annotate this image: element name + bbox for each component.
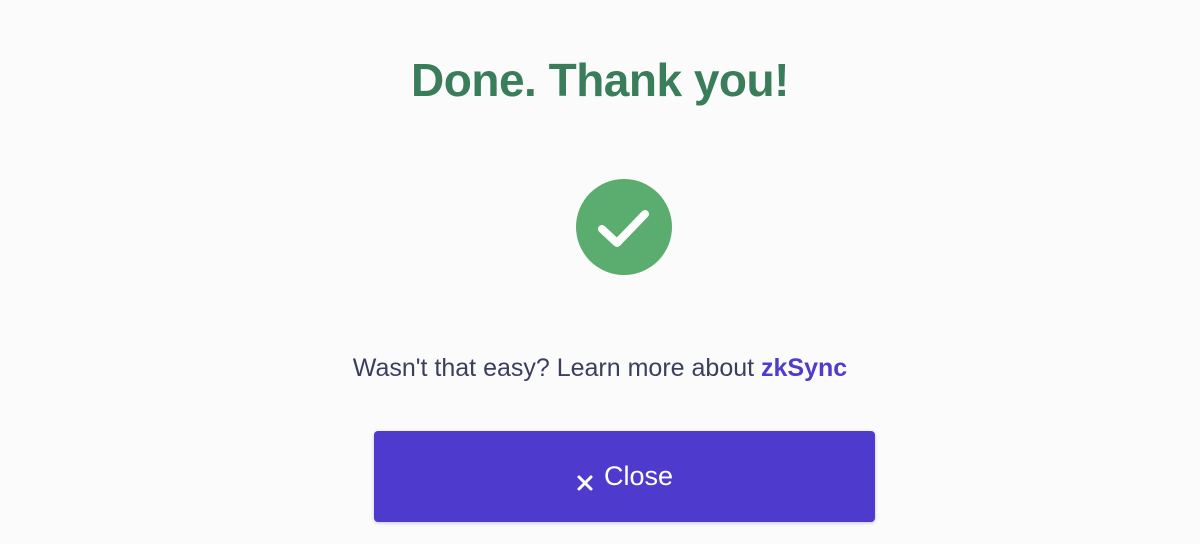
page-title: Done. Thank you!: [411, 54, 789, 106]
check-circle-icon: [576, 179, 672, 275]
close-icon: [576, 468, 594, 490]
info-message: Wasn't that easy? Learn more about zkSyn…: [0, 350, 1200, 386]
message-text: Wasn't that easy? Learn more about: [352, 354, 762, 382]
close-button[interactable]: Close: [374, 431, 875, 522]
close-button-label: Close: [603, 461, 674, 491]
success-dialog: Done. Thank you! Wasn't that easy? Learn…: [0, 0, 1200, 544]
zksync-link[interactable]: zkSync: [761, 354, 847, 382]
